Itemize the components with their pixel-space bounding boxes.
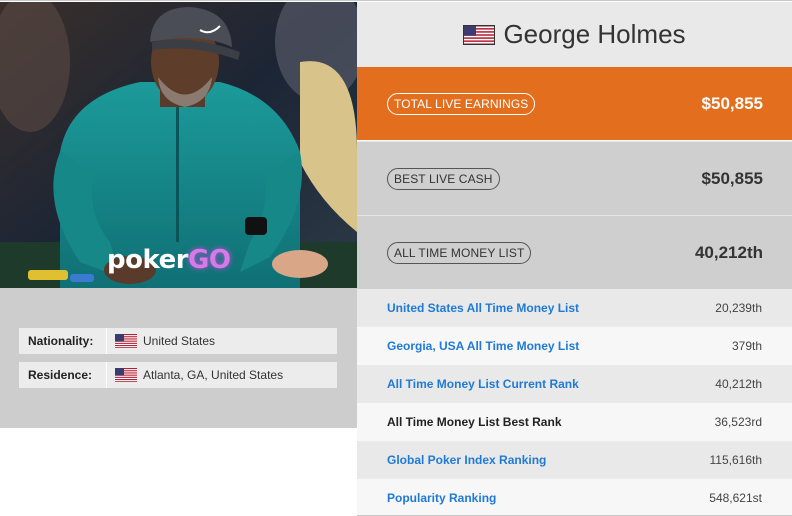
right-column: George Holmes TOTAL LIVE EARNINGS $50,85… bbox=[357, 2, 792, 516]
rank-value: 40,212th bbox=[715, 377, 762, 391]
us-flag-icon bbox=[115, 368, 137, 382]
us-flag-icon bbox=[115, 334, 137, 348]
rank-link-georgia-all-time[interactable]: Georgia, USA All Time Money List bbox=[387, 339, 579, 353]
total-live-earnings-row: TOTAL LIVE EARNINGS $50,855 bbox=[357, 67, 792, 140]
all-time-money-list-value: 40,212th bbox=[694, 242, 763, 262]
player-photo: pokerGO bbox=[0, 2, 357, 288]
list-item: Georgia, USA All Time Money List 379th bbox=[357, 327, 792, 365]
rank-link-global-poker-index[interactable]: Global Poker Index Ranking bbox=[387, 453, 546, 467]
best-live-cash-row: BEST LIVE CASH $50,855 bbox=[357, 141, 792, 215]
residence-value: Atlanta, GA, United States bbox=[143, 368, 284, 382]
divider bbox=[106, 362, 107, 388]
rank-value: 548,621st bbox=[709, 491, 762, 505]
divider bbox=[106, 328, 107, 354]
residence-label: Residence: bbox=[28, 368, 93, 382]
left-column: pokerGO Nationality: United States Resid… bbox=[0, 2, 357, 516]
best-live-cash-value: $50,855 bbox=[701, 168, 763, 188]
player-name: George Holmes bbox=[503, 19, 686, 49]
rank-value: 36,523rd bbox=[714, 415, 762, 429]
list-item: Popularity Ranking 548,621st bbox=[357, 479, 792, 516]
list-item: United States All Time Money List 20,239… bbox=[357, 289, 792, 327]
list-item: All Time Money List Best Rank 36,523rd bbox=[357, 403, 792, 441]
us-flag-icon bbox=[463, 24, 496, 45]
nationality-label: Nationality: bbox=[28, 334, 94, 348]
nationality-row: Nationality: United States bbox=[19, 328, 337, 354]
player-name-header: George Holmes bbox=[357, 2, 792, 67]
all-time-money-list-row: ALL TIME MONEY LIST 40,212th bbox=[357, 215, 792, 289]
player-profile-card: pokerGO Nationality: United States Resid… bbox=[0, 0, 792, 516]
best-live-cash-label: BEST LIVE CASH bbox=[387, 167, 500, 190]
rank-label-best-rank: All Time Money List Best Rank bbox=[387, 415, 562, 429]
rank-link-popularity[interactable]: Popularity Ranking bbox=[387, 491, 496, 505]
rank-link-current-rank[interactable]: All Time Money List Current Rank bbox=[387, 377, 579, 391]
list-item: Global Poker Index Ranking 115,616th bbox=[357, 441, 792, 479]
rank-link-us-all-time[interactable]: United States All Time Money List bbox=[387, 301, 579, 315]
pokergo-watermark: pokerGO bbox=[107, 245, 231, 275]
residence-row: Residence: Atlanta, GA, United States bbox=[19, 362, 337, 388]
player-info-panel: Nationality: United States Residence: At… bbox=[0, 288, 357, 428]
rank-value: 115,616th bbox=[709, 453, 763, 467]
total-live-earnings-label: TOTAL LIVE EARNINGS bbox=[387, 92, 536, 115]
total-live-earnings-value: $50,855 bbox=[701, 93, 763, 113]
rank-value: 379th bbox=[731, 339, 762, 353]
rank-value: 20,239th bbox=[715, 301, 762, 315]
nationality-value: United States bbox=[143, 334, 216, 348]
rankings-list: United States All Time Money List 20,239… bbox=[357, 289, 792, 516]
all-time-money-list-label: ALL TIME MONEY LIST bbox=[387, 241, 532, 264]
list-item: All Time Money List Current Rank 40,212t… bbox=[357, 365, 792, 403]
